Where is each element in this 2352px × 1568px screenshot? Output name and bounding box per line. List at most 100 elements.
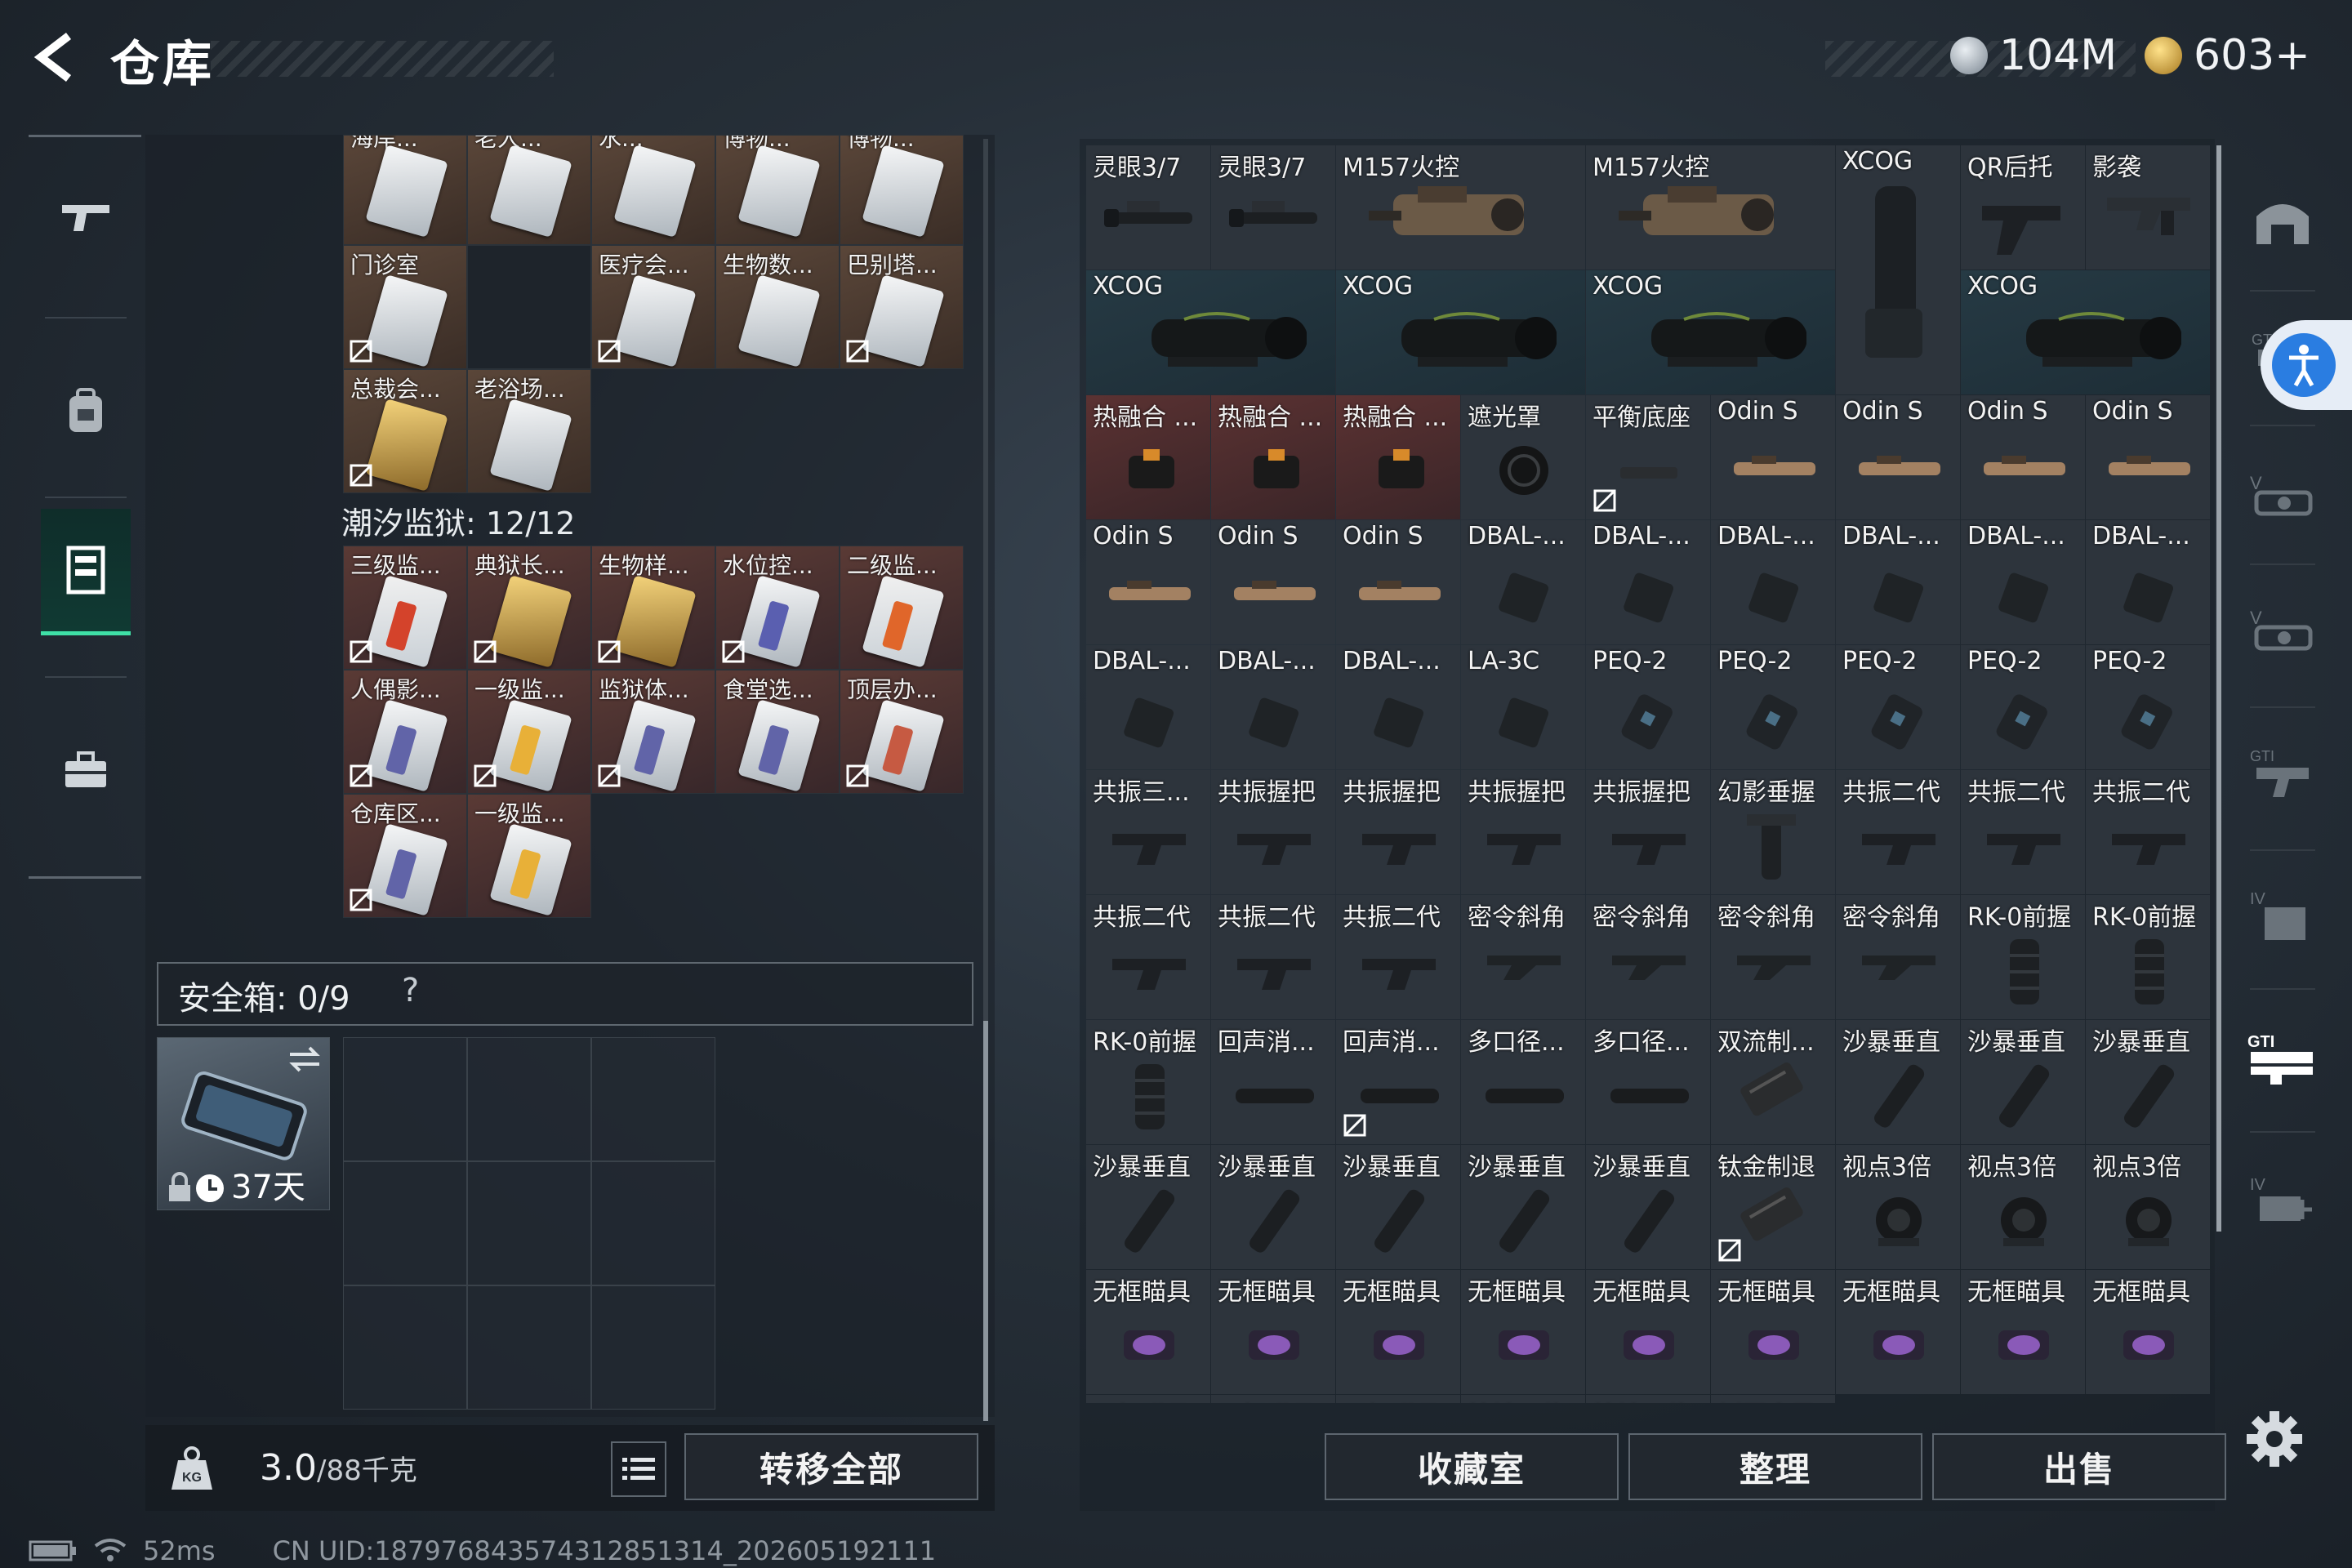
inventory-item[interactable]: PEQ-2 (1961, 645, 2085, 769)
keycard-slot[interactable]: 一级监... (467, 670, 591, 794)
safebox-slot[interactable] (467, 1161, 591, 1285)
accessibility-float-button[interactable] (2261, 320, 2352, 410)
left-scrollbar-thumb[interactable] (983, 1021, 988, 1421)
inventory-item[interactable]: Odin S (1086, 520, 1210, 644)
nav-toolbox[interactable] (41, 709, 131, 831)
inventory-item[interactable]: LA-3C (1461, 645, 1585, 769)
keycard-slot[interactable]: 博物... (840, 135, 964, 245)
inventory-item[interactable]: XCOG (1836, 145, 1960, 394)
inventory-item[interactable]: 热融合 ... (1336, 395, 1460, 519)
safebox-slot[interactable] (467, 1285, 591, 1410)
inventory-item[interactable]: 视点3倍 (1961, 1145, 2085, 1269)
inventory-item[interactable]: 无框瞄具 (1336, 1270, 1460, 1394)
inventory-item[interactable]: 密令斜角 (1461, 895, 1585, 1019)
inventory-item[interactable]: M157火控 (1586, 145, 1835, 270)
inventory-item[interactable]: 热融合 ... (1211, 395, 1335, 519)
keycard-slot[interactable]: 医疗会... (591, 245, 715, 369)
inventory-item[interactable]: 热融合 ... (1086, 395, 1210, 519)
inventory-item[interactable]: 共振握把 (1586, 770, 1710, 894)
inventory-item[interactable]: 遮光罩 (1461, 395, 1585, 519)
inventory-item[interactable]: DBAL-... (1836, 520, 1960, 644)
inventory-item[interactable]: XCOG (1086, 270, 1335, 394)
keycard-slot[interactable]: 总裁会... (343, 369, 467, 493)
inventory-item[interactable]: 密令斜角 (1711, 895, 1835, 1019)
inventory-item[interactable]: 无框瞄具 (1086, 1395, 1210, 1403)
inventory-item[interactable]: 密令斜角 (1836, 895, 1960, 1019)
inventory-item[interactable]: 共振二代 (1836, 770, 1960, 894)
inventory-item[interactable]: 共振二代 (1086, 895, 1210, 1019)
inventory-item[interactable]: 双流制... (1711, 1020, 1835, 1144)
inventory-item[interactable]: 无框瞄具 (1211, 1395, 1335, 1403)
safebox-slot[interactable] (343, 1161, 467, 1285)
inventory-item[interactable]: 沙暴垂直 (1961, 1020, 2085, 1144)
inventory-item[interactable]: 共振二代 (1211, 895, 1335, 1019)
inventory-item[interactable]: 共振握把 (1461, 770, 1585, 894)
safebox-slot[interactable] (591, 1037, 715, 1161)
filter-scope-v[interactable]: V (2238, 457, 2328, 539)
inventory-item[interactable]: DBAL-... (1586, 520, 1710, 644)
keycard-slot[interactable]: 食堂选... (715, 670, 840, 794)
inventory-item[interactable]: 无框瞄具 (1211, 1270, 1335, 1394)
inventory-item[interactable]: 幻影垂握 (1711, 770, 1835, 894)
keycard-slot[interactable]: 监狱体... (591, 670, 715, 794)
inventory-item[interactable]: 无框瞄具 (1086, 1270, 1210, 1394)
sell-button[interactable]: 出售 (1932, 1433, 2226, 1500)
inventory-item[interactable]: DBAL-... (1086, 645, 1210, 769)
safebox-slot[interactable] (343, 1037, 467, 1161)
filter-iv-plus[interactable]: IV (2238, 1160, 2328, 1241)
keycard-slot[interactable]: 老人... (467, 135, 591, 245)
inventory-item[interactable]: XCOG (1961, 270, 2210, 394)
inventory-item[interactable]: Odin S (1961, 395, 2085, 519)
keycard-slot[interactable]: 仓库区... (343, 794, 467, 918)
keycard-slot[interactable]: 老浴场... (467, 369, 591, 493)
keycard-slot[interactable]: 海岸... (343, 135, 467, 245)
inventory-item[interactable]: 视点3倍 (1836, 1145, 1960, 1269)
keycard-slot[interactable]: 门诊室 (343, 245, 467, 369)
filter-vehicle[interactable] (2238, 180, 2328, 261)
keycard-slot[interactable]: 二级监... (840, 546, 964, 670)
keycard-slot[interactable]: 水位控... (715, 546, 840, 670)
inventory-item[interactable]: Odin S (1211, 520, 1335, 644)
collection-room-button[interactable]: 收藏室 (1325, 1433, 1619, 1500)
inventory-item[interactable]: 回声消... (1336, 1020, 1460, 1144)
inventory-item[interactable]: 多口径... (1586, 1020, 1710, 1144)
inventory-item[interactable]: 共振二代 (1961, 770, 2085, 894)
inventory-item[interactable]: 共振握把 (1211, 770, 1335, 894)
settings-button[interactable] (2242, 1406, 2307, 1472)
inventory-item[interactable]: 侧置全景 (1711, 1395, 1835, 1403)
safebox-slot[interactable] (343, 1285, 467, 1410)
inventory-item[interactable]: Odin S (1836, 395, 1960, 519)
inventory-item[interactable]: PEQ-2 (1836, 645, 1960, 769)
sort-button[interactable]: 整理 (1628, 1433, 1922, 1500)
inventory-item[interactable]: XCOG (1586, 270, 1835, 394)
inventory-item[interactable]: RK-0前握 (1086, 1020, 1210, 1144)
inventory-item[interactable]: 多口径... (1461, 1020, 1585, 1144)
inventory-item[interactable]: PEQ-2 (2086, 645, 2210, 769)
inventory-item[interactable]: PEQ-2 (1586, 645, 1710, 769)
keycard-slot[interactable]: 博物... (715, 135, 840, 245)
safebox-slot[interactable] (591, 1161, 715, 1285)
inventory-item[interactable]: 沙暴垂直 (1211, 1145, 1335, 1269)
keycard-slot[interactable]: 生物数... (715, 245, 840, 369)
inventory-item[interactable]: 无框瞄具 (2086, 1270, 2210, 1394)
filter-gti-grip[interactable]: GTI (2238, 731, 2328, 813)
inventory-item[interactable]: PEQ-2 (1711, 645, 1835, 769)
inventory-item[interactable]: 沙暴垂直 (1836, 1020, 1960, 1144)
inventory-item[interactable]: RK-0前握 (1961, 895, 2085, 1019)
keycard-slot[interactable]: 水... (591, 135, 715, 245)
nav-warehouse[interactable] (41, 509, 131, 635)
inventory-item[interactable]: 共振二代 (2086, 770, 2210, 894)
inventory-item[interactable]: Odin S (1336, 520, 1460, 644)
inventory-item[interactable]: 沙暴垂直 (1586, 1145, 1710, 1269)
inventory-item[interactable]: 视点3倍 (2086, 1145, 2210, 1269)
safebox-item[interactable]: 37天 (157, 1037, 330, 1210)
inventory-item[interactable]: QR后托 (1961, 145, 2085, 270)
filter-gti-rail[interactable]: GTI (2238, 1017, 2328, 1098)
inventory-item[interactable]: 棱镜二倍 (1586, 1395, 1710, 1403)
transfer-all-button[interactable]: 转移全部 (684, 1433, 978, 1500)
inventory-item[interactable]: 棱镜二倍 (1461, 1395, 1585, 1403)
filter-scope-v2[interactable]: V (2238, 592, 2328, 674)
currency-gold[interactable]: 603+ (2145, 31, 2310, 80)
keycard-slot-empty[interactable] (467, 245, 591, 369)
inventory-item[interactable]: 平衡底座 (1586, 395, 1710, 519)
